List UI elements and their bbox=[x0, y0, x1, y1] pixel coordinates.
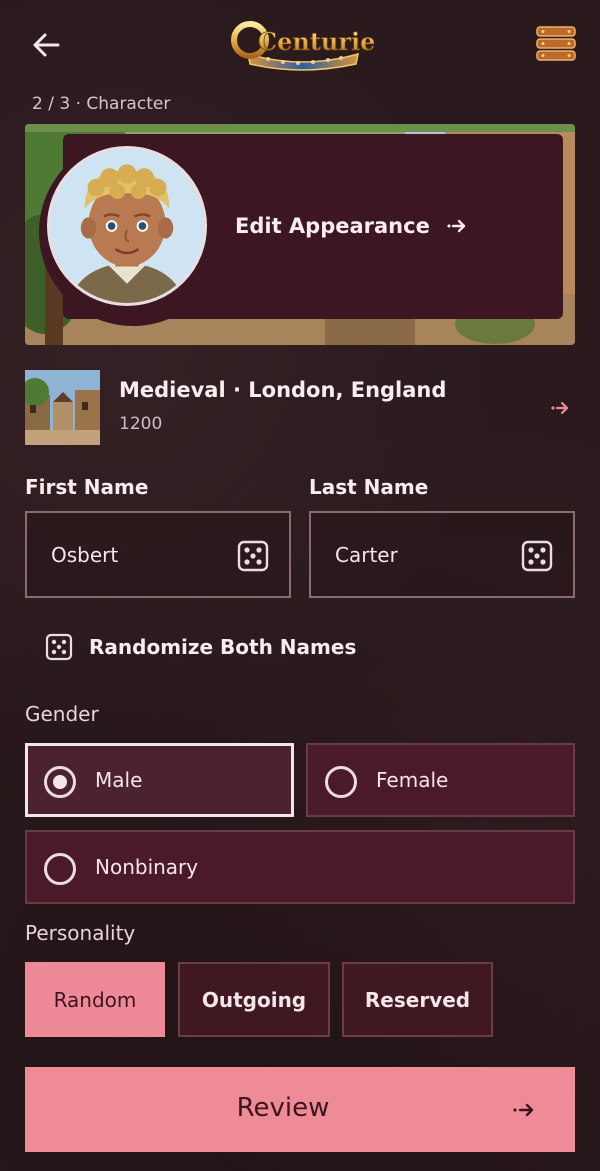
back-button[interactable] bbox=[30, 28, 64, 62]
menu-button[interactable] bbox=[534, 24, 578, 64]
personality-option-random[interactable]: Random bbox=[25, 962, 165, 1037]
era-year: 1200 bbox=[119, 414, 163, 434]
centuries-logo: Centuries bbox=[228, 14, 389, 72]
dice-icon bbox=[45, 633, 73, 661]
era-location-row[interactable]: Medieval · London, England 1200 bbox=[25, 370, 575, 446]
stacked-menu-icon bbox=[536, 26, 576, 61]
step-indicator: 2 / 3 · Character bbox=[32, 94, 171, 114]
last-name-value: Carter bbox=[335, 543, 398, 567]
review-button[interactable]: Review bbox=[25, 1067, 575, 1152]
gender-option-label: Male bbox=[95, 768, 143, 792]
arrow-left-icon bbox=[33, 33, 60, 57]
radio-selected-icon bbox=[44, 766, 76, 798]
character-avatar bbox=[47, 146, 207, 306]
gender-option-label: Female bbox=[376, 768, 449, 792]
gender-option-label: Nonbinary bbox=[95, 855, 199, 879]
sparkle-arrow-icon bbox=[513, 1103, 534, 1117]
first-name-label: First Name bbox=[25, 475, 149, 499]
personality-option-reserved[interactable]: Reserved bbox=[342, 962, 493, 1037]
edit-appearance-button[interactable]: Edit Appearance bbox=[235, 214, 466, 238]
randomize-both-names-button[interactable]: Randomize Both Names bbox=[45, 633, 356, 661]
dice-icon[interactable] bbox=[237, 540, 269, 572]
edit-appearance-label: Edit Appearance bbox=[235, 214, 430, 238]
randomize-both-label: Randomize Both Names bbox=[89, 635, 357, 659]
sparkle-arrow-icon bbox=[446, 219, 466, 233]
sparkle-arrow-icon bbox=[551, 401, 569, 415]
gender-option-nonbinary[interactable]: Nonbinary bbox=[25, 830, 575, 904]
review-label: Review bbox=[236, 1093, 330, 1123]
personality-label: Personality bbox=[25, 921, 136, 945]
gender-option-male[interactable]: Male bbox=[25, 743, 294, 817]
last-name-label: Last Name bbox=[309, 475, 429, 499]
gender-label: Gender bbox=[25, 702, 99, 726]
era-thumbnail bbox=[25, 370, 100, 445]
personality-option-outgoing[interactable]: Outgoing bbox=[178, 962, 330, 1037]
last-name-field[interactable]: Carter bbox=[309, 511, 575, 598]
radio-unselected-icon bbox=[325, 766, 357, 798]
gender-option-female[interactable]: Female bbox=[306, 743, 575, 817]
appearance-banner[interactable]: Edit Appearance bbox=[25, 124, 575, 345]
first-name-field[interactable]: Osbert bbox=[25, 511, 291, 598]
radio-unselected-icon bbox=[44, 853, 76, 885]
logo-text: Centuries bbox=[258, 27, 374, 56]
dice-icon[interactable] bbox=[521, 540, 553, 572]
first-name-value: Osbert bbox=[51, 543, 119, 567]
era-title: Medieval · London, England bbox=[119, 378, 447, 402]
